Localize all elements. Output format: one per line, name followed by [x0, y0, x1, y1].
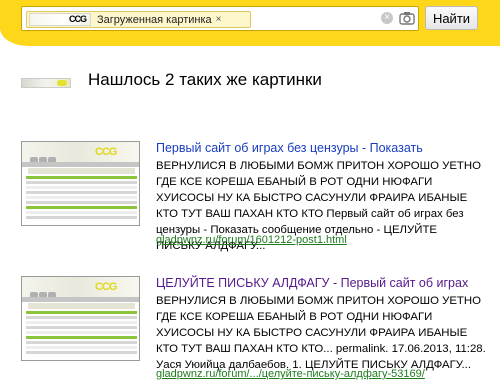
result-snippet: ВЕРНУЛИСЯ В ЛЮБЫМИ БОМЖ ПРИТОН ХОРОШО УЕ… [156, 295, 486, 371]
result-url-link[interactable]: gladpwnz.ru/forum/1601212-post1.html [156, 234, 347, 246]
search-input[interactable]: CCG Загруженная картинка × × [21, 6, 419, 31]
result-title-link[interactable]: Первый сайт об играх без цензуры - Показ… [156, 141, 490, 155]
clear-search-icon[interactable]: × [381, 12, 393, 24]
thumbnail-logo: CCG [95, 146, 117, 158]
thumbnail-logo: CCG [69, 14, 87, 24]
uploaded-image-label: Загруженная картинка [97, 13, 212, 26]
uploaded-image-thumbnail: CCG [29, 13, 91, 26]
thumbnail-logo: CCG [95, 281, 117, 293]
camera-icon[interactable] [398, 9, 416, 27]
find-button[interactable]: Найти [425, 6, 478, 30]
search-header: CCG Загруженная картинка × × Найти [0, 0, 500, 46]
uploaded-image-chip[interactable]: CCG Загруженная картинка × [26, 11, 251, 28]
remove-image-icon[interactable]: × [216, 14, 222, 25]
results-count-heading: Нашлось 2 таких же картинки [88, 70, 322, 89]
result-thumbnail[interactable]: CCG [21, 141, 140, 226]
result-title-link[interactable]: ЦЕЛУЙТЕ ПИСЬКУ АЛДФАГУ - Первый сайт об … [156, 276, 490, 290]
query-image-thumbnail [21, 78, 71, 88]
result-url-link[interactable]: gladpwnz.ru/forum/.../целуйте-письку-алд… [156, 368, 425, 380]
result-thumbnail[interactable]: CCG [21, 276, 140, 361]
